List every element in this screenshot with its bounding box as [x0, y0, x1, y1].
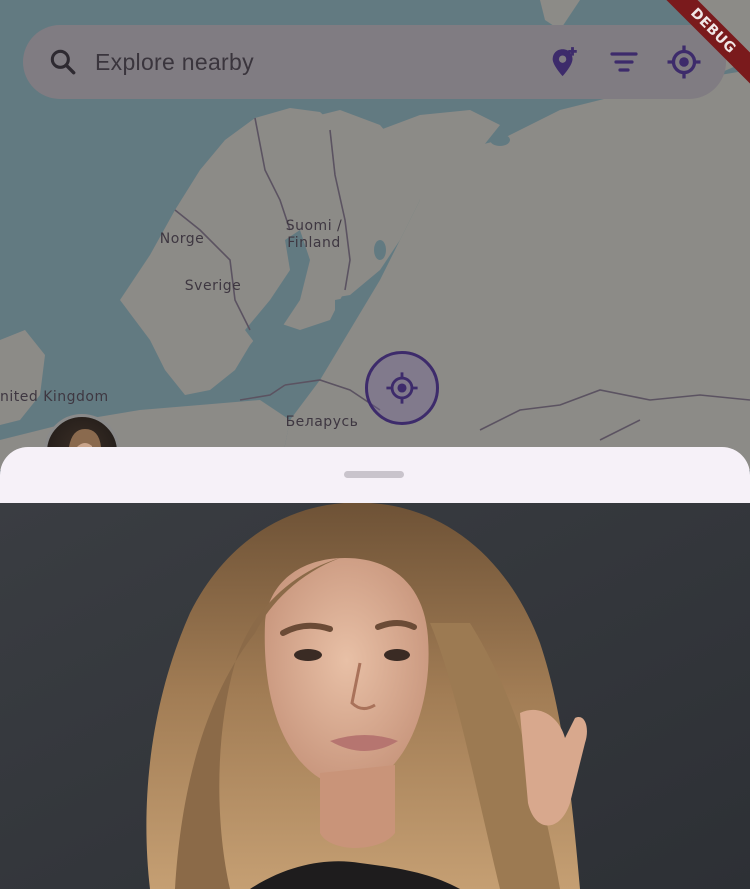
map-label-sweden: Sverige — [184, 278, 242, 294]
bottom-sheet[interactable] — [0, 447, 750, 889]
map-label-belarus: Беларусь — [285, 414, 359, 430]
filter-button[interactable] — [600, 38, 648, 86]
profile-photo[interactable] — [0, 503, 750, 889]
map-label-uk: nited Kingdom — [0, 389, 109, 405]
my-location-icon — [386, 372, 418, 404]
search-icon[interactable] — [47, 46, 79, 78]
filter-icon — [610, 52, 638, 72]
current-location-marker[interactable] — [365, 351, 439, 425]
my-location-icon — [667, 45, 701, 79]
search-bar[interactable]: Explore nearby — [23, 25, 726, 99]
map-label-finland-line1: Suomi / — [285, 218, 343, 234]
drag-handle[interactable] — [344, 471, 404, 478]
my-location-button[interactable] — [660, 38, 708, 86]
add-location-icon — [552, 47, 577, 77]
map-label-norway: Norge — [159, 231, 205, 247]
add-location-button[interactable] — [540, 38, 588, 86]
search-input[interactable]: Explore nearby — [95, 49, 528, 76]
map-label-finland-line2: Finland — [287, 235, 341, 251]
